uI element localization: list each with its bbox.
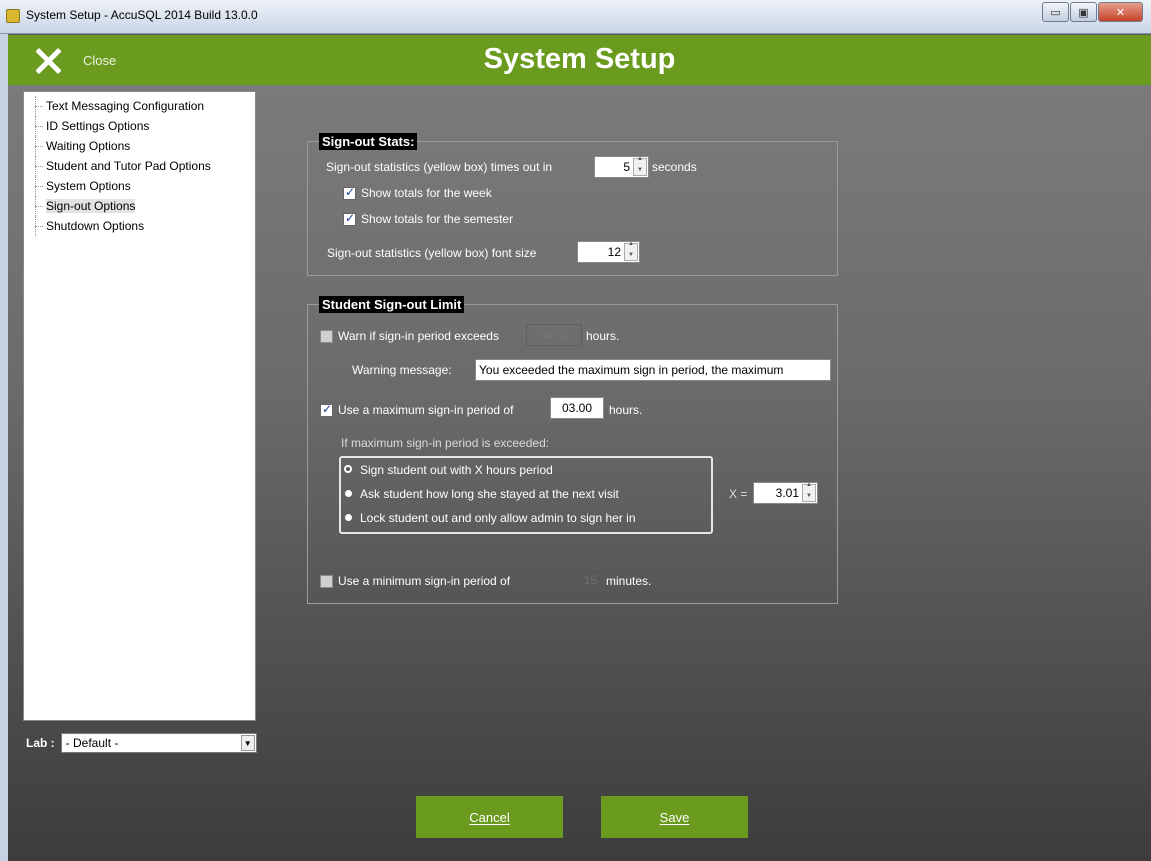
window-titlebar: System Setup - AccuSQL 2014 Build 13.0.0… [0, 0, 1151, 34]
lab-dropdown-value: - Default - [65, 736, 119, 750]
min-period-input[interactable]: 15 [547, 569, 601, 591]
warn-label[interactable]: Warn if sign-in period exceeds [338, 329, 499, 343]
option-lock-student[interactable]: Lock student out and only allow admin to… [360, 511, 636, 525]
signout-limit-title: Student Sign-out Limit [319, 296, 465, 313]
window-controls: ▭ ▣ ✕ [1042, 2, 1143, 22]
tree-item-shutdown[interactable]: Shutdown Options [32, 216, 255, 236]
cancel-label: Cancel [469, 809, 510, 825]
x-value-stepper[interactable]: 3.01 [753, 482, 818, 504]
cancel-button[interactable]: Cancel [416, 796, 563, 838]
timeout-unit: seconds [652, 160, 697, 174]
tree-item-text-messaging[interactable]: Text Messaging Configuration [32, 96, 255, 116]
option-sign-out-x-hours[interactable]: Sign student out with X hours period [360, 463, 553, 477]
tree-item-id-settings[interactable]: ID Settings Options [32, 116, 255, 136]
timeout-stepper[interactable]: 5 [594, 156, 649, 178]
font-size-label: Sign-out statistics (yellow box) font si… [327, 246, 537, 260]
chevron-down-icon[interactable]: ▼ [240, 735, 255, 751]
lab-selector: Lab : - Default - ▼ [26, 733, 257, 753]
show-semester-checkbox[interactable] [343, 211, 356, 226]
tree-item-waiting[interactable]: Waiting Options [32, 136, 255, 156]
radio-ask-student[interactable] [345, 490, 352, 497]
warn-hours-input[interactable]: 04:00 [526, 324, 582, 346]
max-period-label[interactable]: Use a maximum sign-in period of [338, 403, 513, 417]
save-button[interactable]: Save [601, 796, 748, 838]
max-period-unit: hours. [609, 403, 643, 417]
show-week-label[interactable]: Show totals for the week [361, 186, 492, 200]
warning-message-input[interactable]: You exceeded the maximum sign in period,… [475, 359, 831, 381]
show-semester-label[interactable]: Show totals for the semester [361, 212, 513, 226]
window-close-icon[interactable]: ✕ [1098, 2, 1143, 22]
save-label: Save [659, 809, 690, 825]
show-week-checkbox[interactable] [343, 185, 356, 200]
signout-limit-group [307, 304, 838, 604]
min-period-checkbox[interactable] [320, 575, 333, 588]
warn-checkbox[interactable] [320, 330, 333, 343]
page-title: System Setup [483, 43, 676, 75]
lab-dropdown[interactable]: - Default - ▼ [60, 733, 257, 753]
minimize-icon[interactable]: ▭ [1042, 2, 1069, 22]
window-frame [0, 34, 8, 861]
tree-item-system[interactable]: System Options [32, 176, 255, 196]
options-tree: Text Messaging Configuration ID Settings… [23, 91, 256, 721]
x-value: 3.01 [775, 486, 799, 500]
timeout-label: Sign-out statistics (yellow box) times o… [326, 160, 553, 174]
font-size-stepper[interactable]: 12 [577, 241, 640, 263]
warning-message-label: Warning message: [352, 363, 452, 377]
option-ask-student[interactable]: Ask student how long she stayed at the n… [360, 487, 619, 501]
window-title: System Setup - AccuSQL 2014 Build 13.0.0 [26, 8, 258, 22]
maximize-icon[interactable]: ▣ [1070, 2, 1097, 22]
radio-lock-student[interactable] [345, 514, 352, 521]
spinner-arrows-icon[interactable] [802, 482, 816, 502]
tree-item-sign-out[interactable]: Sign-out Options [32, 196, 255, 216]
spinner-arrows-icon[interactable] [633, 156, 647, 176]
max-period-checkbox[interactable] [320, 402, 333, 417]
font-size-value: 12 [607, 245, 621, 259]
header-bar: Close System Setup [8, 35, 1151, 85]
x-label: X = [729, 487, 748, 501]
exceeded-label: If maximum sign-in period is exceeded: [341, 436, 550, 450]
spinner-arrows-icon[interactable] [624, 241, 638, 261]
max-period-input[interactable]: 03.00 [550, 397, 604, 419]
timeout-value: 5 [623, 160, 630, 174]
signout-stats-title: Sign-out Stats: [319, 133, 418, 150]
tree-item-student-tutor-pad[interactable]: Student and Tutor Pad Options [32, 156, 255, 176]
warn-unit: hours. [586, 329, 620, 343]
min-period-unit: minutes. [606, 574, 652, 588]
min-period-label[interactable]: Use a minimum sign-in period of [338, 574, 510, 588]
lab-label: Lab : [26, 736, 55, 750]
app-icon [6, 9, 20, 23]
radio-sign-out-x-hours[interactable] [344, 465, 352, 473]
